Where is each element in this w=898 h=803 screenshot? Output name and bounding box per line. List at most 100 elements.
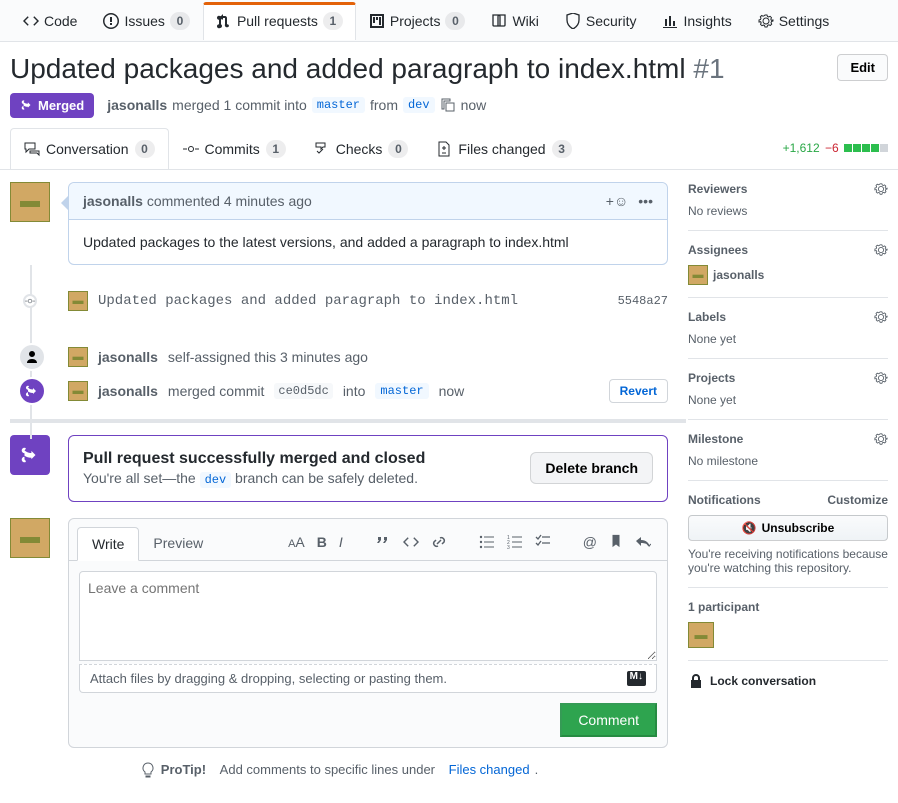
- tab-insights[interactable]: Insights: [649, 2, 744, 39]
- gear-icon[interactable]: [874, 243, 888, 257]
- gear-icon[interactable]: [874, 432, 888, 446]
- graph-icon: [662, 13, 678, 29]
- tab-projects[interactable]: Projects0: [356, 1, 479, 40]
- sidebar: Reviewers No reviews Assignees ▬jasonall…: [688, 182, 888, 792]
- markdown-icon[interactable]: M↓: [627, 671, 646, 686]
- merged-state-badge: Merged: [10, 93, 94, 118]
- merged-confirmation-box: Pull request successfully merged and clo…: [68, 435, 668, 502]
- sidebar-reviewers: Reviewers No reviews: [688, 182, 888, 231]
- pr-header: Updated packages and added paragraph to …: [0, 42, 898, 93]
- commit-icon: [183, 141, 199, 157]
- comment-textarea[interactable]: [79, 571, 657, 661]
- commit-dot-icon: [23, 294, 37, 308]
- link-icon[interactable]: [431, 534, 447, 553]
- avatar[interactable]: ▬: [68, 381, 88, 401]
- commit-sha[interactable]: 5548a27: [618, 294, 668, 308]
- task-list-icon[interactable]: [535, 534, 551, 553]
- sidebar-notifications: NotificationsCustomize 🔇Unsubscribe You'…: [688, 481, 888, 588]
- file-diff-icon: [436, 141, 452, 157]
- pr-title: Updated packages and added paragraph to …: [10, 54, 725, 85]
- tab-security[interactable]: Security: [552, 2, 650, 39]
- base-branch[interactable]: master: [312, 97, 365, 113]
- pr-subnav: Conversation0 Commits1 Checks0 Files cha…: [0, 128, 898, 170]
- lock-conversation-link[interactable]: Lock conversation: [688, 661, 888, 689]
- unsubscribe-button[interactable]: 🔇Unsubscribe: [688, 515, 888, 541]
- preview-tab[interactable]: Preview: [139, 527, 217, 559]
- avatar[interactable]: ▬: [10, 518, 50, 558]
- gear-icon[interactable]: [874, 371, 888, 385]
- subtab-checks[interactable]: Checks0: [300, 128, 423, 169]
- gear-icon[interactable]: [874, 310, 888, 324]
- reply-icon[interactable]: [635, 534, 651, 553]
- shield-icon: [565, 13, 581, 29]
- write-tab[interactable]: Write: [77, 527, 139, 561]
- tab-wiki[interactable]: Wiki: [478, 2, 551, 39]
- merge-sha[interactable]: ce0d5dc: [274, 383, 332, 399]
- avatar[interactable]: ▬: [68, 291, 88, 311]
- italic-icon[interactable]: I: [339, 534, 343, 553]
- code-icon[interactable]: [403, 534, 419, 553]
- new-comment-form: Write Preview AA B I 123: [68, 518, 668, 748]
- ul-icon[interactable]: [479, 534, 495, 553]
- subtab-commits[interactable]: Commits1: [169, 128, 300, 169]
- edit-button[interactable]: Edit: [837, 54, 888, 81]
- comment-time[interactable]: 4 minutes ago: [224, 193, 312, 209]
- avatar[interactable]: ▬: [688, 265, 708, 285]
- kebab-icon[interactable]: •••: [638, 193, 653, 209]
- bookmark-icon[interactable]: [609, 534, 623, 553]
- text-size-icon[interactable]: AA: [288, 534, 305, 553]
- tab-code[interactable]: Code: [10, 2, 90, 39]
- pr-author[interactable]: jasonalls: [107, 97, 167, 113]
- merge-icon: [20, 98, 34, 112]
- pr-number: #1: [693, 53, 724, 84]
- tab-pull-requests[interactable]: Pull requests1: [203, 2, 356, 40]
- lock-icon: [688, 673, 704, 689]
- bold-icon[interactable]: B: [317, 534, 327, 553]
- tab-code-label: Code: [44, 13, 77, 29]
- tab-settings[interactable]: Settings: [745, 2, 843, 39]
- files-changed-link[interactable]: Files changed: [449, 762, 530, 777]
- commit-message[interactable]: Updated packages and added paragraph to …: [98, 293, 518, 309]
- delete-branch-button[interactable]: Delete branch: [530, 452, 653, 484]
- checklist-icon: [314, 141, 330, 157]
- repo-tabnav: Code Issues0 Pull requests1 Projects0 Wi…: [0, 0, 898, 42]
- add-reaction-icon[interactable]: +☺: [606, 193, 628, 209]
- assign-event: ▬ jasonalls self-assigned this 3 minutes…: [68, 341, 668, 373]
- head-branch[interactable]: dev: [403, 97, 435, 113]
- gear-icon[interactable]: [874, 182, 888, 196]
- comment-button[interactable]: Comment: [560, 703, 657, 737]
- mention-icon[interactable]: @: [583, 534, 597, 553]
- attach-hint[interactable]: Attach files by dragging & dropping, sel…: [79, 664, 657, 693]
- avatar[interactable]: ▬: [688, 622, 714, 648]
- pr-meta: Merged jasonalls merged 1 commit into ma…: [0, 93, 898, 128]
- sidebar-participants: 1 participant ▬: [688, 588, 888, 661]
- copy-icon[interactable]: [440, 97, 456, 113]
- customize-link[interactable]: Customize: [827, 493, 888, 507]
- comment-body: Updated packages to the latest versions,…: [69, 220, 667, 264]
- avatar[interactable]: ▬: [10, 182, 50, 222]
- lightbulb-icon: [140, 762, 156, 778]
- project-icon: [369, 13, 385, 29]
- merged-box-title: Pull request successfully merged and clo…: [83, 450, 425, 468]
- ol-icon[interactable]: 123: [507, 534, 523, 553]
- tab-issues[interactable]: Issues0: [90, 1, 202, 40]
- sidebar-milestone: Milestone No milestone: [688, 420, 888, 481]
- merge-event: ▬ jasonalls merged commit ce0d5dc into m…: [68, 373, 668, 409]
- pull-request-icon: [216, 13, 232, 29]
- merge-icon: [18, 377, 46, 405]
- assignee-name[interactable]: jasonalls: [713, 268, 764, 282]
- book-icon: [491, 13, 507, 29]
- quote-icon[interactable]: [375, 534, 391, 553]
- comment-discussion-icon: [24, 141, 40, 157]
- commit-row: ▬ Updated packages and added paragraph t…: [68, 281, 668, 341]
- comment-box: jasonalls commented 4 minutes ago +☺ •••…: [68, 182, 668, 265]
- subtab-files[interactable]: Files changed3: [422, 128, 585, 169]
- revert-button[interactable]: Revert: [609, 379, 668, 403]
- sidebar-projects: Projects None yet: [688, 359, 888, 420]
- comment-author[interactable]: jasonalls: [83, 193, 143, 209]
- sidebar-assignees: Assignees ▬jasonalls: [688, 231, 888, 298]
- gear-icon: [758, 13, 774, 29]
- subtab-conversation[interactable]: Conversation0: [10, 128, 169, 169]
- avatar[interactable]: ▬: [68, 347, 88, 367]
- issue-icon: [103, 13, 119, 29]
